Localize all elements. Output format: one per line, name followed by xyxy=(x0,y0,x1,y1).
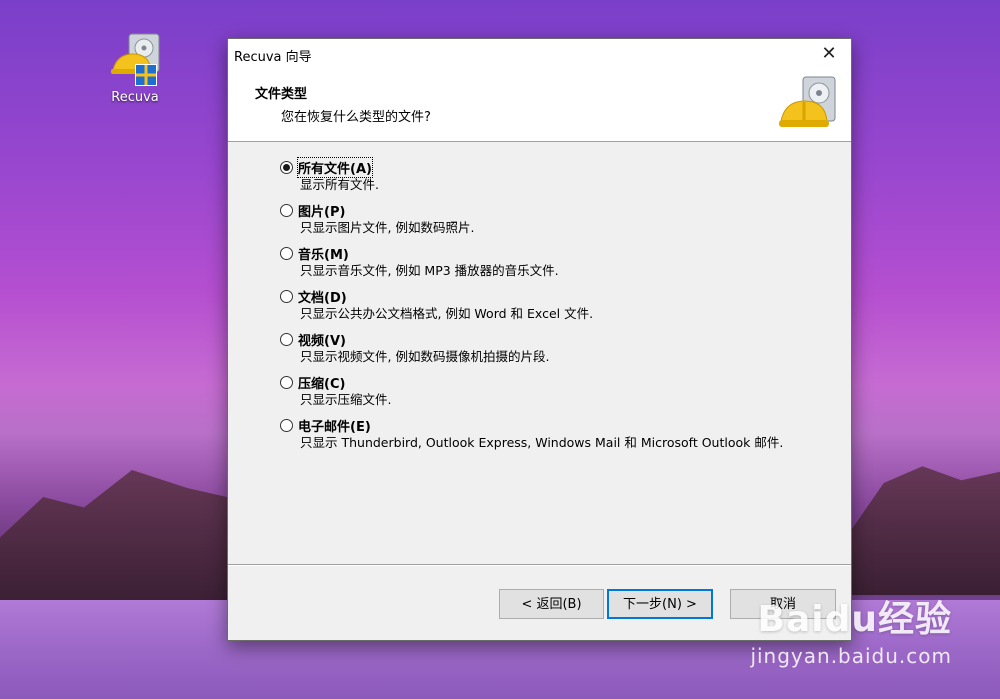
option-description: 只显示公共办公文档格式, 例如 Word 和 Excel 文件. xyxy=(300,306,594,321)
option-documents[interactable]: 文档(D) 只显示公共办公文档格式, 例如 Word 和 Excel 文件. xyxy=(280,288,783,322)
radio-all-files[interactable] xyxy=(280,161,293,174)
option-video[interactable]: 视频(V) 只显示视频文件, 例如数码摄像机拍摄的片段. xyxy=(280,331,783,365)
radio-compressed[interactable] xyxy=(280,376,293,389)
option-music[interactable]: 音乐(M) 只显示音乐文件, 例如 MP3 播放器的音乐文件. xyxy=(280,245,783,279)
step-title: 文件类型 xyxy=(255,87,308,102)
option-description: 只显示视频文件, 例如数码摄像机拍摄的片段. xyxy=(300,349,550,364)
recuva-wizard-dialog: Recuva 向导 ✕ 文件类型 您在恢复什么类型的文件? 所有文件(A) 显示… xyxy=(227,38,852,641)
option-description: 只显示音乐文件, 例如 MP3 播放器的音乐文件. xyxy=(300,263,559,278)
option-compressed[interactable]: 压缩(C) 只显示压缩文件. xyxy=(280,374,783,408)
watermark-brand: Baidu经验 xyxy=(757,599,952,640)
option-description: 只显示压缩文件. xyxy=(300,392,392,407)
option-label[interactable]: 所有文件(A) xyxy=(297,157,373,178)
option-label[interactable]: 压缩(C) xyxy=(298,373,345,392)
title-bar: Recuva 向导 ✕ xyxy=(228,39,851,69)
desktop-icon-recuva[interactable]: Recuva xyxy=(100,30,170,105)
option-description: 只显示图片文件, 例如数码照片. xyxy=(300,220,475,235)
radio-music[interactable] xyxy=(280,247,293,260)
step-subtitle: 您在恢复什么类型的文件? xyxy=(281,110,431,125)
option-description: 显示所有文件. xyxy=(300,177,379,192)
recuva-app-icon xyxy=(107,30,163,88)
option-label[interactable]: 图片(P) xyxy=(298,201,345,220)
option-label[interactable]: 文档(D) xyxy=(298,287,347,306)
back-button[interactable]: < 返回(B) xyxy=(499,589,604,619)
radio-email[interactable] xyxy=(280,419,293,432)
watermark-url: jingyan.baidu.com xyxy=(750,644,952,668)
option-email[interactable]: 电子邮件(E) 只显示 Thunderbird, Outlook Express… xyxy=(280,417,783,451)
option-pictures[interactable]: 图片(P) 只显示图片文件, 例如数码照片. xyxy=(280,202,783,236)
option-label[interactable]: 电子邮件(E) xyxy=(298,416,371,435)
radio-pictures[interactable] xyxy=(280,204,293,217)
window-title: Recuva 向导 xyxy=(234,50,312,65)
baidu-watermark: Baidu经验 jingyan.baidu.com xyxy=(750,590,952,668)
close-icon[interactable]: ✕ xyxy=(807,39,851,69)
radio-documents[interactable] xyxy=(280,290,293,303)
wallpaper-mountain-right xyxy=(845,466,1000,595)
footer-divider xyxy=(228,564,851,566)
recuva-logo-icon xyxy=(777,75,841,135)
radio-video[interactable] xyxy=(280,333,293,346)
option-label[interactable]: 视频(V) xyxy=(298,330,346,349)
option-description: 只显示 Thunderbird, Outlook Express, Window… xyxy=(300,435,784,450)
next-button[interactable]: 下一步(N) > xyxy=(607,589,713,619)
file-type-options: 所有文件(A) 显示所有文件. 图片(P) 只显示图片文件, 例如数码照片. 音… xyxy=(280,157,783,460)
wallpaper-mountain-left xyxy=(0,470,240,605)
wizard-header: 文件类型 您在恢复什么类型的文件? xyxy=(228,69,851,142)
desktop-icon-label: Recuva xyxy=(111,90,159,105)
option-label[interactable]: 音乐(M) xyxy=(298,244,349,263)
option-all-files[interactable]: 所有文件(A) 显示所有文件. xyxy=(280,157,783,193)
